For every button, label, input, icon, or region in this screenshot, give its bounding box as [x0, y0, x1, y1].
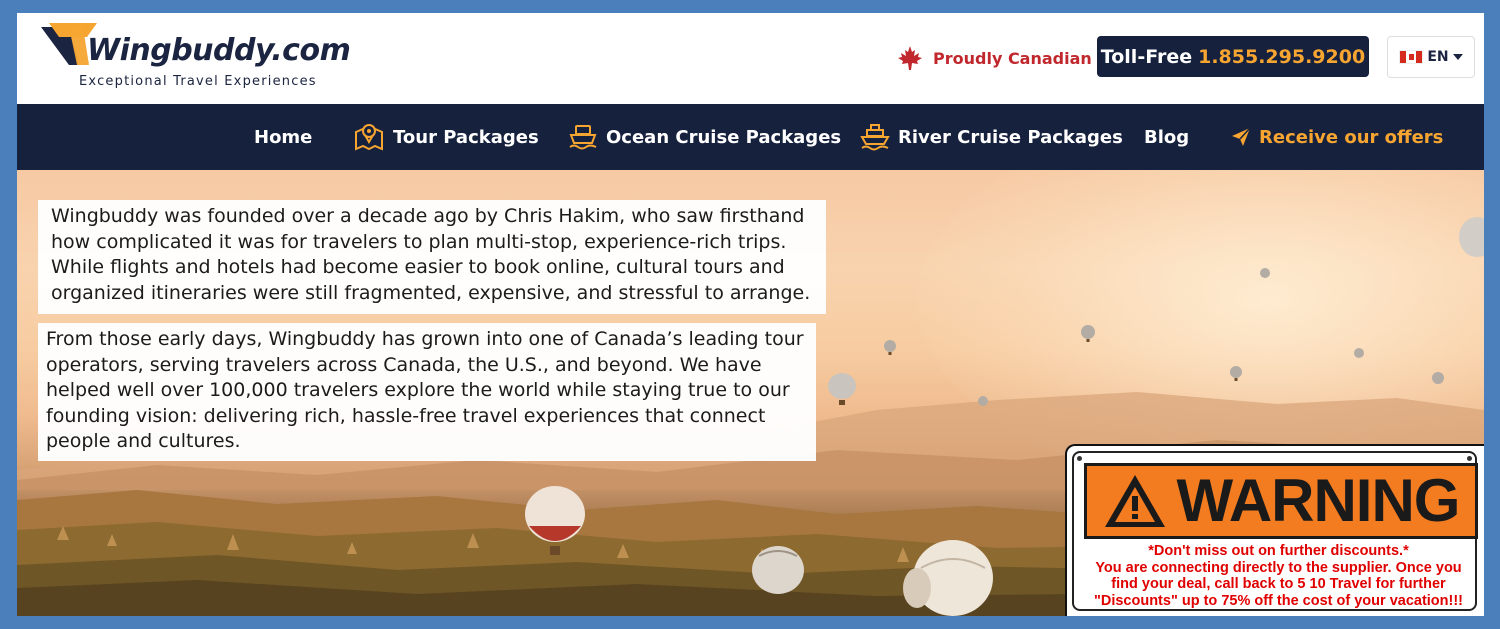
- warning-line: find your deal, call back to 5 10 Travel…: [1111, 576, 1446, 592]
- warning-title: WARNING: [1176, 467, 1461, 534]
- about-paragraph-1-line: While flights and hotels had become easi…: [51, 256, 785, 278]
- nav-blog-label: Blog: [1144, 126, 1190, 148]
- tollfree-number: 1.855.295.9200: [1198, 45, 1366, 68]
- nav-ocean-cruise[interactable]: Ocean Cruise Packages: [568, 104, 841, 170]
- nav-ocean-cruise-label: Ocean Cruise Packages: [606, 126, 842, 148]
- logo-tagline: Exceptional Travel Experiences: [79, 74, 317, 89]
- nav-tour-packages-label: Tour Packages: [393, 126, 539, 148]
- hot-air-balloon: [903, 540, 993, 616]
- warning-overlay: WARNING *Don't miss out on further disco…: [1065, 444, 1484, 616]
- warning-sign-frame: WARNING *Don't miss out on further disco…: [1072, 451, 1478, 611]
- warning-sign: WARNING: [1084, 463, 1478, 539]
- hot-air-balloon: [1432, 372, 1444, 384]
- hot-air-balloon: [752, 546, 804, 594]
- about-paragraph-1-line: how complicated it was for travelers to …: [51, 230, 787, 253]
- proudly-canadian: Proudly Canadian: [897, 43, 1092, 73]
- about-paragraph-1-line: Wingbuddy was founded over a decade ago …: [51, 205, 805, 227]
- hot-air-balloon: [1354, 348, 1364, 358]
- about-paragraph-2-line: people and cultures.: [46, 430, 241, 452]
- nav-river-cruise[interactable]: River Cruise Packages: [860, 104, 1123, 170]
- hot-air-balloon: [978, 396, 988, 406]
- warning-message: *Don't miss out on further discounts.* Y…: [1074, 543, 1483, 609]
- screw-icon: [1077, 456, 1082, 461]
- paper-plane-icon: [1232, 127, 1251, 146]
- hot-air-balloon: [1459, 217, 1484, 257]
- language-code: EN: [1427, 49, 1449, 65]
- map-pin-icon: [355, 124, 383, 151]
- about-paragraph-2-line: From those early days, Wingbuddy has gro…: [46, 328, 804, 350]
- hot-air-balloon: [884, 340, 896, 355]
- page-frame: Wingbuddy.com Exceptional Travel Experie…: [17, 13, 1484, 616]
- nav-blog[interactable]: Blog: [1144, 104, 1189, 170]
- screw-icon: [1467, 456, 1472, 461]
- language-selector[interactable]: EN: [1387, 36, 1475, 78]
- nav-home[interactable]: Home: [254, 104, 312, 170]
- about-paragraph-2-line: helped well over 100,000 travelers explo…: [46, 379, 790, 401]
- warning-triangle-icon: [1104, 475, 1165, 527]
- warning-line: You are connecting directly to the suppl…: [1095, 559, 1462, 576]
- hot-air-balloon: [525, 486, 585, 555]
- hero-banner: Wingbuddy was founded over a decade ago …: [17, 170, 1484, 616]
- proudly-canadian-label: Proudly Canadian: [933, 48, 1092, 68]
- nav-receive-offers-label: Receive our offers: [1259, 126, 1444, 148]
- warning-line: "Discounts" up to 75% off the cost of yo…: [1093, 592, 1464, 609]
- ship-icon: [569, 125, 597, 150]
- boat-icon: [860, 124, 890, 151]
- caret-down-icon: [1452, 54, 1463, 60]
- hot-air-balloon: [828, 373, 856, 405]
- about-paragraph-2-line: founding vision: delivering rich, hassle…: [46, 404, 766, 427]
- nav-home-label: Home: [254, 126, 313, 148]
- canada-flag-icon: [1399, 50, 1424, 64]
- hot-air-balloon: [1081, 325, 1095, 342]
- logo-wordmark: Wingbuddy.com: [87, 33, 351, 68]
- tollfree-label: Toll-Free: [1100, 45, 1193, 68]
- nav-tour-packages[interactable]: Tour Packages: [353, 104, 539, 170]
- nav-river-cruise-label: River Cruise Packages: [898, 126, 1123, 148]
- main-nav: Home Tour Packages Ocean Cruise Packages: [17, 104, 1484, 170]
- about-paragraph-2-line: operators, serving travelers across Cana…: [46, 353, 762, 376]
- site-header: Wingbuddy.com Exceptional Travel Experie…: [17, 13, 1484, 104]
- about-paragraph-1-line: organized itineraries were still fragmen…: [51, 281, 811, 304]
- warning-line: *Don't miss out on further discounts.*: [1148, 543, 1409, 559]
- hot-air-balloon: [1230, 366, 1242, 381]
- hot-air-balloon: [1260, 268, 1270, 278]
- about-paragraph-2: From those early days, Wingbuddy has gro…: [38, 323, 816, 461]
- nav-receive-offers[interactable]: Receive our offers: [1231, 104, 1443, 170]
- site-logo[interactable]: Wingbuddy.com Exceptional Travel Experie…: [39, 21, 351, 91]
- about-paragraph-1: Wingbuddy was founded over a decade ago …: [38, 200, 826, 314]
- maple-leaf-icon: [898, 46, 922, 70]
- tollfree-phone-button[interactable]: Toll-Free 1.855.295.9200: [1097, 36, 1369, 77]
